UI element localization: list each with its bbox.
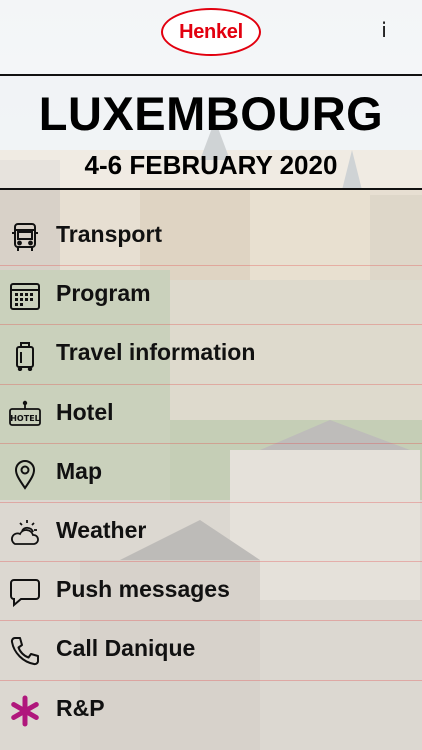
menu-item-label: Push messages [56,576,230,603]
event-dates: 4-6 FEBRUARY 2020 [84,150,338,180]
menu-item-label: Program [56,280,151,307]
calendar-icon [8,279,42,313]
bus-icon [8,220,42,254]
message-icon [8,575,42,609]
menu-item-label: Weather [56,516,147,543]
henkel-logo: Henkel [161,8,261,56]
menu-item-push-messages[interactable]: Push messages [0,562,422,622]
svg-text:HOTEL: HOTEL [10,414,40,423]
menu-item-label: Transport [56,221,163,247]
menu-item-hotel[interactable]: HOTEL Hotel [0,385,422,444]
menu-item-call-danique[interactable]: Call Danique [0,621,422,681]
map-pin-icon [8,457,42,491]
menu-item-map[interactable]: Map [0,444,422,503]
logo-text: Henkel [179,20,243,43]
menu-item-weather[interactable]: Weather [0,503,422,563]
suitcase-icon [8,338,42,372]
top-bar: Henkel i [0,0,422,74]
menu-item-label: Map [56,457,102,484]
page-title: LUXEMBOURG [38,87,384,140]
menu-item-travel-information[interactable]: Travel information [0,325,422,385]
weather-icon [8,516,42,550]
star-icon [8,694,42,728]
phone-icon [8,634,42,668]
menu-item-label: Call Danique [56,635,196,662]
menu-item-label: Hotel [56,398,114,425]
menu-item-transport[interactable]: Transport [0,207,422,267]
event-header: LUXEMBOURG 4-6 FEBRUARY 2020 [0,76,422,188]
menu-item-program[interactable]: Program [0,266,422,326]
main-menu: Transport Program Travel information HOT… [0,207,422,740]
hotel-icon: HOTEL [8,398,42,432]
menu-item-label: Travel information [56,339,256,366]
info-button[interactable]: i [372,14,396,46]
menu-item-r-and-p[interactable]: R&P [0,681,422,740]
header-divider-bottom [0,188,422,190]
menu-item-label: R&P [56,694,105,721]
